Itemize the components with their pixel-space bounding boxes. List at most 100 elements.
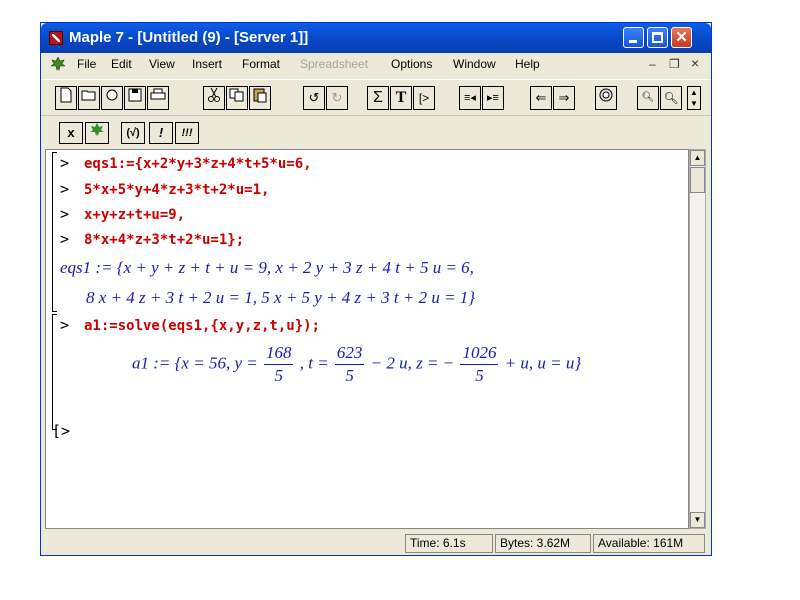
new-file-button[interactable] — [55, 86, 77, 110]
scroll-down-arrow-icon[interactable]: ▼ — [690, 512, 705, 528]
check-syntax-button[interactable]: (√) — [121, 122, 145, 144]
outdent-button[interactable]: ≡◂ — [459, 86, 481, 110]
indent-icon: ▸≡ — [487, 92, 499, 104]
vertical-scrollbar[interactable]: ▲ ▼ — [689, 149, 706, 529]
globe-folder-icon — [106, 89, 118, 101]
window-title: Maple 7 - [Untitled (9) - [Server 1]] — [69, 29, 309, 46]
solution-output: a1 := {x = 56, y = 168 5 , t = 623 5 − 2 u… — [132, 342, 581, 387]
scissors-icon — [208, 87, 220, 102]
menu-view[interactable]: View — [149, 57, 175, 71]
close-button[interactable]: ✕ — [671, 27, 692, 48]
execution-group-bracket[interactable] — [52, 152, 57, 312]
input-line[interactable]: a1:=solve(eqs1,{x,y,z,t,u}); — [84, 318, 320, 334]
save-disk-icon — [128, 88, 142, 102]
denominator: 5 — [345, 366, 354, 385]
menu-help[interactable]: Help — [515, 57, 540, 71]
maple-app-icon[interactable] — [49, 31, 63, 45]
doc-close-button[interactable]: × — [691, 55, 699, 71]
copy-button[interactable] — [226, 86, 248, 110]
output-text: , t = — [299, 353, 329, 373]
menu-file[interactable]: File — [77, 57, 96, 71]
stop-button[interactable] — [595, 86, 617, 110]
output-text: + u, u = u} — [504, 353, 582, 373]
minimize-icon — [629, 40, 637, 43]
status-available: Available: 161M — [593, 534, 705, 553]
text-mode-button[interactable]: x — [59, 122, 83, 144]
math-input-button[interactable]: Σ — [367, 86, 389, 110]
execute-button[interactable]: ! — [149, 122, 173, 144]
paste-button[interactable] — [249, 86, 271, 110]
print-button[interactable] — [147, 86, 169, 110]
numerator: 168 — [263, 342, 294, 365]
input-prompt: > — [60, 180, 70, 198]
title-bar[interactable]: Maple 7 - [Untitled (9) - [Server 1]] ✕ — [41, 23, 711, 53]
execution-group-bracket[interactable] — [52, 314, 57, 430]
output-text: a1 := {x = 56, y = — [132, 353, 258, 373]
scroll-up-arrow-icon[interactable]: ▲ — [690, 150, 705, 166]
undo-button[interactable]: ↺ — [303, 86, 325, 110]
cut-button[interactable] — [203, 86, 225, 110]
menu-window[interactable]: Window — [453, 57, 496, 71]
empty-input-prompt[interactable]: [> — [52, 422, 70, 440]
zoom-out-button[interactable]: 🔍︎ — [660, 86, 682, 110]
output-text: − 2 u, z = − — [370, 353, 455, 373]
maximize-icon — [652, 32, 663, 43]
spinner-arrows-icon: ▲ ▼ — [690, 88, 698, 108]
menu-insert[interactable]: Insert — [192, 57, 222, 71]
redo-button: ↻ — [326, 86, 348, 110]
context-toolbar: x (√) ! !!! — [41, 115, 711, 150]
back-button[interactable]: ⇐ — [530, 86, 552, 110]
menu-options[interactable]: Options — [391, 57, 432, 71]
output-line: eqs1 := {x + y + z + t + u = 9, x + 2 y … — [60, 258, 474, 277]
numerator: 623 — [334, 342, 365, 365]
numerator: 1026 — [460, 342, 499, 365]
zoom-in-button[interactable]: 🔍︎ — [637, 86, 659, 110]
outdent-icon: ≡◂ — [464, 92, 476, 104]
magnifier-icon: 🔍︎ — [663, 91, 679, 105]
menu-bar: File Edit View Insert Format Spreadsheet… — [41, 53, 711, 75]
denominator: 5 — [475, 366, 484, 385]
scroll-thumb[interactable] — [690, 167, 705, 193]
insert-prompt-button[interactable]: [> — [413, 86, 435, 110]
denominator: 5 — [274, 366, 283, 385]
status-time: Time: 6.1s — [405, 534, 493, 553]
menu-edit[interactable]: Edit — [111, 57, 132, 71]
output-line: 8 x + 4 z + 3 t + 2 u = 1, 5 x + 5 y + 4… — [86, 288, 476, 307]
maple-leaf-icon[interactable] — [51, 57, 65, 71]
maximize-button[interactable] — [647, 27, 668, 48]
input-prompt: > — [60, 154, 70, 172]
open-url-button[interactable] — [101, 86, 123, 110]
paste-clipboard-icon — [253, 88, 267, 103]
fraction: 623 5 — [334, 342, 365, 387]
indent-button[interactable]: ▸≡ — [482, 86, 504, 110]
printer-icon — [150, 88, 166, 100]
new-file-icon — [60, 87, 72, 103]
forward-button[interactable]: ⇒ — [553, 86, 575, 110]
status-bar: Time: 6.1s Bytes: 3.62M Available: 161M — [41, 531, 711, 555]
menu-format[interactable]: Format — [242, 57, 280, 71]
fraction: 168 5 — [263, 342, 294, 387]
maple-leaf-icon — [90, 123, 104, 136]
maple-window: Maple 7 - [Untitled (9) - [Server 1]] ✕ … — [40, 22, 712, 556]
text-input-button[interactable]: T — [390, 86, 412, 110]
close-icon: ✕ — [675, 29, 688, 46]
input-line[interactable]: 8*x+4*z+3*t+2*u=1}; — [84, 232, 244, 248]
save-button[interactable] — [124, 86, 146, 110]
open-file-button[interactable] — [78, 86, 100, 110]
worksheet[interactable]: > eqs1:={x+2*y+3*z+4*t+5*u=6, > 5*x+5*y+… — [45, 149, 689, 529]
status-bytes: Bytes: 3.62M — [495, 534, 591, 553]
minimize-button[interactable] — [623, 27, 644, 48]
execute-all-button[interactable]: !!! — [175, 122, 199, 144]
input-prompt: > — [60, 230, 70, 248]
input-line[interactable]: x+y+z+t+u=9, — [84, 207, 185, 223]
doc-minimize-button[interactable]: – — [649, 57, 656, 71]
copy-icon — [229, 88, 244, 102]
zoom-spinner[interactable]: ▲ ▼ — [687, 86, 701, 110]
doc-restore-button[interactable]: ❐ — [669, 57, 680, 71]
main-toolbar: ↺ ↻ Σ T [> ≡◂ ▸≡ ⇐ ⇒ 🔍︎ 🔍︎ ▲ ▼ — [41, 79, 711, 116]
input-line[interactable]: eqs1:={x+2*y+3*z+4*t+5*u=6, — [84, 156, 312, 172]
input-line[interactable]: 5*x+5*y+4*z+3*t+2*u=1, — [84, 182, 269, 198]
open-folder-icon — [81, 90, 96, 101]
stop-icon — [599, 88, 613, 102]
maple-leaf-button[interactable] — [85, 122, 109, 144]
